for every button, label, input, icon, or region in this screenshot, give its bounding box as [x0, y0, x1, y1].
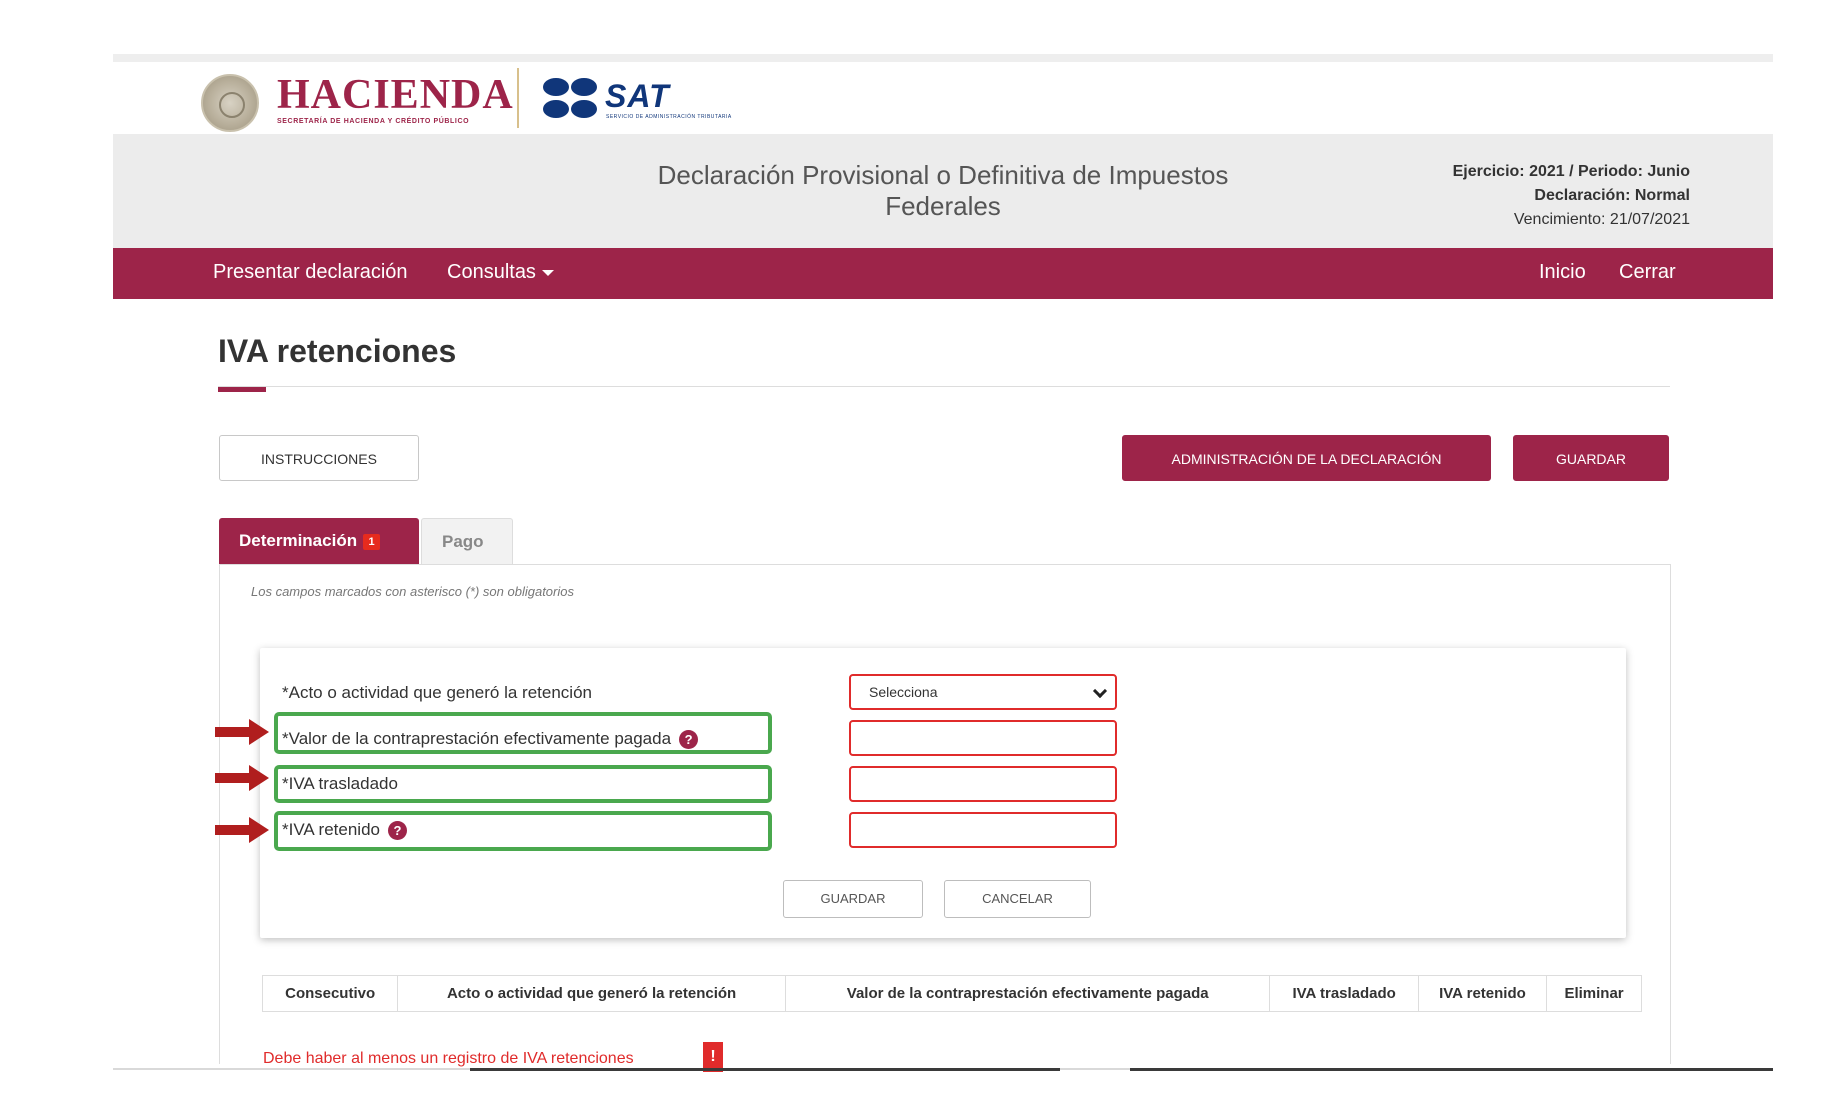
column-header: IVA trasladado: [1269, 975, 1419, 1012]
arrow-right-icon: [215, 817, 271, 843]
acto-actividad-label: *Acto o actividad que generó la retenció…: [282, 683, 592, 702]
iva-retenido-input[interactable]: [849, 812, 1117, 848]
iva-retenido-label: *IVA retenido?: [282, 820, 407, 841]
required-fields-note: Los campos marcados con asterisco (*) so…: [251, 584, 574, 599]
form-guardar-button[interactable]: GUARDAR: [783, 880, 923, 918]
column-header: Eliminar: [1546, 975, 1642, 1012]
declaration-banner: Declaración Provisional o Definitiva de …: [113, 134, 1773, 248]
column-header: Acto o actividad que generó la retención: [397, 975, 786, 1012]
acto-actividad-value: Selecciona: [869, 684, 938, 700]
nav-consultas-dropdown[interactable]: Consultas: [447, 261, 554, 284]
instrucciones-button[interactable]: INSTRUCCIONES: [219, 435, 419, 481]
mexico-seal-icon: [201, 74, 259, 132]
ejercicio-periodo: Ejercicio: 2021 / Periodo: Junio: [1452, 163, 1690, 180]
vencimiento: Vencimiento: 21/07/2021: [1513, 211, 1690, 228]
arrow-right-icon: [215, 719, 271, 745]
column-header: IVA retenido: [1417, 975, 1548, 1012]
caret-down-icon: [541, 269, 554, 276]
title-divider: [218, 386, 1670, 387]
tab-error-badge: 1: [363, 533, 381, 550]
iva-trasladado-label: *IVA trasladado: [282, 774, 398, 793]
help-icon[interactable]: ?: [679, 730, 699, 750]
declaration-meta: Ejercicio: 2021 / Periodo: Junio Declara…: [1453, 160, 1690, 232]
tab-determinacion-label: Determinación: [239, 531, 358, 550]
title-accent: [218, 387, 266, 392]
iva-retenido-text: *IVA retenido: [282, 820, 380, 839]
column-header: Consecutivo: [261, 975, 399, 1012]
bottom-scroll-track: [470, 1068, 1060, 1071]
tab-pago[interactable]: Pago: [421, 518, 513, 564]
nav-consultas-label: Consultas: [447, 261, 536, 283]
hacienda-subtitle: SECRETARÍA DE HACIENDA Y CRÉDITO PÚBLICO: [277, 118, 470, 125]
valor-contraprestacion-text: *Valor de la contraprestación efectivame…: [282, 729, 672, 748]
valor-contraprestacion-input[interactable]: [849, 720, 1117, 756]
hacienda-logo-text: HACIENDA: [277, 72, 514, 118]
retenciones-table: Consecutivo Acto o actividad que generó …: [261, 975, 1642, 1012]
nav-cerrar[interactable]: Cerrar: [1619, 261, 1676, 284]
page-title: IVA retenciones: [218, 333, 457, 369]
column-header: Valor de la contraprestación efectivamen…: [784, 975, 1271, 1012]
valor-contraprestacion-label: *Valor de la contraprestación efectivame…: [282, 729, 699, 750]
form-cancelar-button[interactable]: CANCELAR: [944, 880, 1091, 918]
help-icon[interactable]: ?: [387, 821, 407, 841]
logo-divider: [517, 68, 519, 128]
bottom-scroll-track: [1130, 1068, 1773, 1071]
nav-presentar-declaracion[interactable]: Presentar declaración: [213, 261, 408, 284]
administracion-declaracion-button[interactable]: ADMINISTRACIÓN DE LA DECLARACIÓN: [1122, 435, 1491, 481]
acto-actividad-select[interactable]: Selecciona: [849, 674, 1117, 710]
tab-determinacion[interactable]: Determinación 1: [219, 518, 419, 564]
sat-logo-icon: [543, 76, 601, 120]
declaration-title: Declaración Provisional o Definitiva de …: [657, 160, 1229, 221]
top-strip: [113, 54, 1773, 62]
declaracion-tipo: Declaración: Normal: [1534, 187, 1690, 204]
iva-trasladado-input[interactable]: [849, 766, 1117, 802]
table-header-row: Consecutivo Acto o actividad que generó …: [261, 975, 1642, 1012]
arrow-right-icon: [215, 765, 271, 791]
sat-logo-text: SAT: [605, 78, 670, 114]
site-header: HACIENDA SECRETARÍA DE HACIENDA Y CRÉDIT…: [113, 68, 1773, 134]
chevron-down-icon: [1092, 683, 1108, 699]
error-message: Debe haber al menos un registro de IVA r…: [263, 1050, 634, 1067]
main-navbar: Presentar declaración Consultas Inicio C…: [113, 248, 1773, 299]
nav-inicio[interactable]: Inicio: [1539, 261, 1586, 284]
sat-subtitle: SERVICIO DE ADMINISTRACIÓN TRIBUTARIA: [606, 114, 732, 120]
guardar-button[interactable]: GUARDAR: [1513, 435, 1669, 481]
